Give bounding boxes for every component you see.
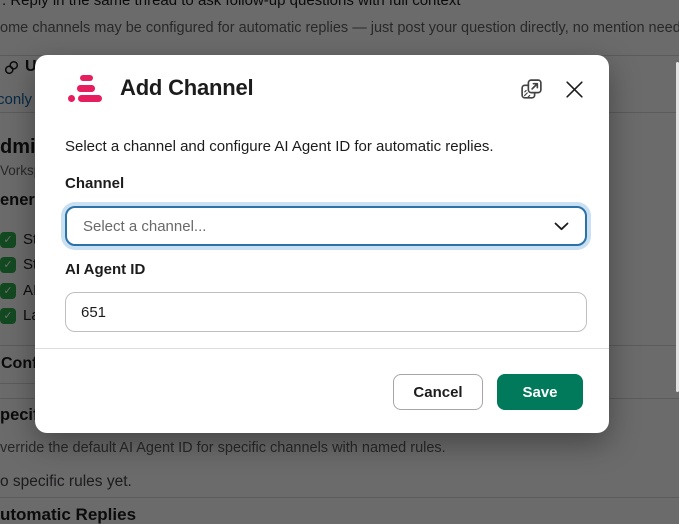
channel-select-placeholder: Select a channel... <box>83 217 207 235</box>
add-channel-dialog: Add Channel Select a channel and configu… <box>35 55 609 433</box>
app-logo-icon <box>68 75 102 105</box>
screen: . Reply in the same thread to ask follow… <box>0 0 679 524</box>
chevron-down-icon <box>554 222 569 231</box>
close-icon[interactable] <box>564 79 585 100</box>
channel-select[interactable]: Select a channel... <box>65 206 587 246</box>
dialog-title: Add Channel <box>120 75 254 100</box>
cancel-button[interactable]: Cancel <box>393 374 483 410</box>
dialog-description: Select a channel and configure AI Agent … <box>65 138 494 155</box>
footer-divider <box>35 348 609 349</box>
agent-id-label: AI Agent ID <box>65 261 146 278</box>
dialog-header-actions <box>519 77 585 102</box>
agent-id-input[interactable] <box>65 292 587 332</box>
save-button[interactable]: Save <box>497 374 583 410</box>
open-in-new-window-icon[interactable] <box>519 77 544 102</box>
channel-label: Channel <box>65 175 125 192</box>
